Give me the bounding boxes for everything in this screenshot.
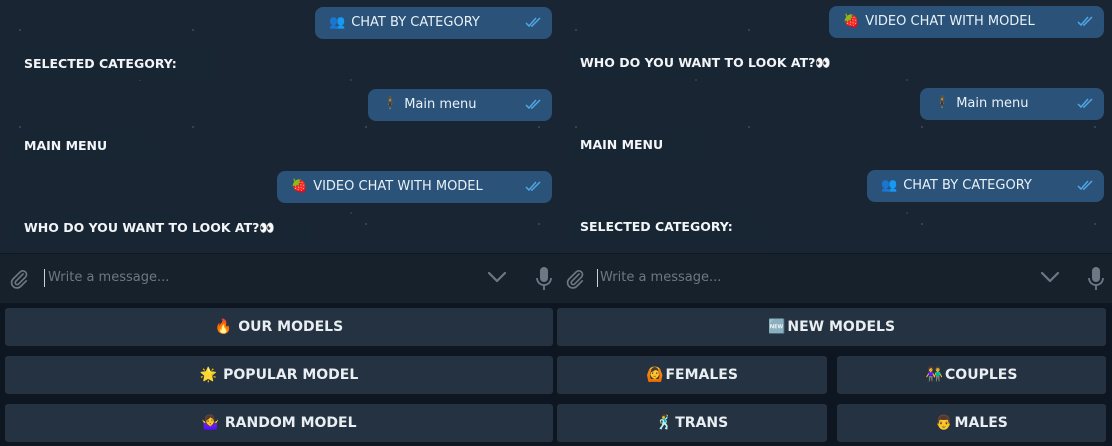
- incoming-message[interactable]: MAIN MENU: [566, 129, 710, 161]
- females-button[interactable]: 🙆 FEMALES: [557, 356, 827, 394]
- message-text: VIDEO CHAT WITH MODEL: [865, 14, 1035, 29]
- busts-emoji: 👥: [329, 15, 346, 30]
- message-input[interactable]: Write a message...: [600, 269, 721, 287]
- message-text: MAIN MENU: [24, 138, 108, 153]
- chat-panel-right: 🍓 VIDEO CHAT WITH MODEL WHO DO YOU WANT T…: [556, 0, 1112, 446]
- double-check-icon: [525, 17, 541, 28]
- chevron-down-icon[interactable]: [1040, 270, 1060, 284]
- button-label: POPULAR MODEL: [223, 367, 359, 383]
- levitating-man-emoji: 🕴: [934, 96, 951, 111]
- trans-button[interactable]: 🕺 TRANS: [557, 404, 827, 442]
- message-text: VIDEO CHAT WITH MODEL: [313, 179, 483, 194]
- microphone-icon[interactable]: [1087, 266, 1105, 292]
- paperclip-icon[interactable]: [8, 268, 30, 290]
- paperclip-icon[interactable]: [564, 268, 586, 290]
- message-text: CHAT BY CATEGORY: [903, 178, 1032, 193]
- text-cursor: [597, 269, 598, 287]
- incoming-message[interactable]: SELECTED CATEGORY:: [10, 48, 216, 80]
- message-text: WHO DO YOU WANT TO LOOK AT?👀: [580, 55, 831, 70]
- double-check-icon: [1077, 16, 1093, 27]
- dancing-man-emoji: 🕺: [655, 415, 674, 431]
- text-cursor: [44, 269, 45, 287]
- new-emoji: 🆕: [767, 319, 786, 335]
- outgoing-message[interactable]: 🍓 VIDEO CHAT WITH MODEL: [277, 171, 552, 203]
- incoming-message[interactable]: WHO DO YOU WANT TO LOOK AT?👀: [566, 47, 866, 79]
- outgoing-message[interactable]: 👥 CHAT BY CATEGORY: [867, 170, 1104, 202]
- microphone-icon[interactable]: [535, 266, 553, 292]
- new-models-button[interactable]: 🆕 NEW MODELS: [557, 308, 1106, 346]
- message-area[interactable]: 🍓 VIDEO CHAT WITH MODEL WHO DO YOU WANT T…: [556, 0, 1112, 253]
- message-text: SELECTED CATEGORY:: [580, 219, 733, 234]
- message-text: SELECTED CATEGORY:: [24, 56, 177, 71]
- levitating-man-emoji: 🕴: [382, 97, 399, 112]
- our-models-button[interactable]: 🔥 OUR MODELS: [5, 308, 553, 346]
- double-check-icon: [1077, 180, 1093, 191]
- random-model-button[interactable]: 🤷‍♀️ RANDOM MODEL: [5, 404, 553, 442]
- couples-button[interactable]: 👫 COUPLES: [837, 356, 1106, 394]
- glowing-star-emoji: 🌟: [199, 367, 218, 383]
- message-text: WHO DO YOU WANT TO LOOK AT?👀: [24, 220, 275, 235]
- chevron-down-icon[interactable]: [487, 270, 507, 284]
- popular-model-button[interactable]: 🌟 POPULAR MODEL: [5, 356, 553, 394]
- incoming-message[interactable]: SELECTED CATEGORY:: [566, 211, 768, 243]
- strawberry-emoji: 🍓: [291, 179, 308, 194]
- message-text: MAIN MENU: [580, 137, 664, 152]
- reply-keyboard: 🆕 NEW MODELS 🙆 FEMALES 👫 COUPLES 🕺 TRANS 👨 MA…: [556, 303, 1112, 446]
- man-emoji: 👨: [935, 415, 953, 431]
- outgoing-message[interactable]: 🕴 Main menu: [920, 88, 1104, 120]
- incoming-message[interactable]: WHO DO YOU WANT TO LOOK AT?👀: [10, 212, 314, 244]
- message-input[interactable]: Write a message...: [48, 269, 169, 287]
- message-text: Main menu: [404, 97, 477, 112]
- message-input-bar: Write a message...: [556, 253, 1112, 304]
- males-button[interactable]: 👨 MALES: [837, 404, 1106, 442]
- shrugging-woman-emoji: 🤷‍♀️: [201, 415, 219, 431]
- button-label: FEMALES: [665, 367, 738, 383]
- fire-emoji: 🔥: [214, 319, 233, 335]
- strawberry-emoji: 🍓: [843, 14, 860, 29]
- chat-panel-left: 👥 CHAT BY CATEGORY SELECTED CATEGORY: 🕴 Ma…: [0, 0, 556, 446]
- double-check-icon: [525, 181, 541, 192]
- outgoing-message[interactable]: 👥 CHAT BY CATEGORY: [315, 7, 552, 39]
- button-label: NEW MODELS: [787, 319, 896, 335]
- message-input-bar: Write a message...: [0, 253, 556, 304]
- button-label: MALES: [954, 415, 1008, 431]
- message-text: Main menu: [956, 96, 1029, 111]
- message-area[interactable]: 👥 CHAT BY CATEGORY SELECTED CATEGORY: 🕴 Ma…: [0, 0, 556, 253]
- busts-emoji: 👥: [881, 178, 898, 193]
- outgoing-message[interactable]: 🍓 VIDEO CHAT WITH MODEL: [829, 6, 1104, 38]
- button-label: TRANS: [675, 415, 729, 431]
- reply-keyboard: 🔥 OUR MODELS 🌟 POPULAR MODEL 🤷‍♀️ RANDOM MO…: [0, 303, 556, 446]
- incoming-message[interactable]: MAIN MENU: [10, 130, 158, 162]
- couple-emoji: 👫: [925, 367, 944, 383]
- double-check-icon: [1077, 98, 1093, 109]
- button-label: COUPLES: [945, 367, 1018, 383]
- button-label: RANDOM MODEL: [224, 415, 357, 431]
- outgoing-message[interactable]: 🕴 Main menu: [368, 89, 552, 121]
- double-check-icon: [525, 99, 541, 110]
- person-gesturing-ok-emoji: 🙆: [646, 367, 664, 383]
- button-label: OUR MODELS: [238, 319, 344, 335]
- message-text: CHAT BY CATEGORY: [351, 15, 480, 30]
